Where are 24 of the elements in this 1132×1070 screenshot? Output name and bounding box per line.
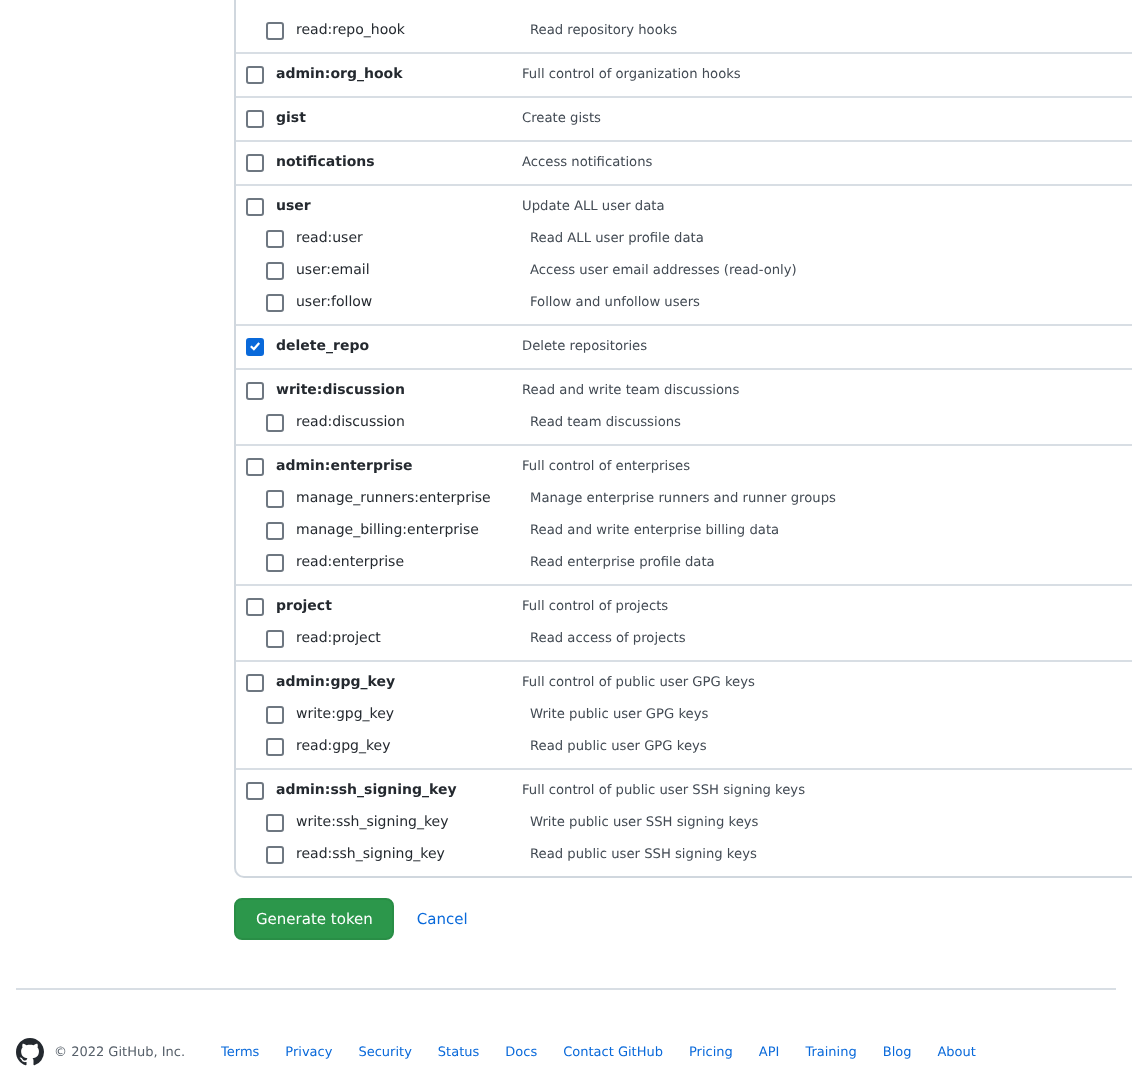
checkbox[interactable] [246,457,264,475]
checkbox[interactable] [266,737,284,755]
checkbox[interactable] [266,261,284,279]
checkbox[interactable] [246,781,264,799]
checkbox[interactable] [266,845,284,863]
checkbox[interactable] [266,813,284,831]
octocat-logo-icon[interactable] [16,1037,44,1065]
checkbox[interactable] [246,65,264,83]
checkbox[interactable] [266,21,284,39]
checkbox[interactable] [266,489,284,507]
checkbox[interactable] [246,153,264,171]
checkbox[interactable] [266,413,284,431]
checkbox[interactable] [266,553,284,571]
checkbox[interactable] [246,337,264,355]
checkbox[interactable] [266,229,284,247]
checkbox[interactable] [246,597,264,615]
checkbox[interactable] [266,629,284,647]
checkbox[interactable] [246,197,264,215]
checkbox[interactable] [266,705,284,723]
checkbox[interactable] [246,381,264,399]
checkbox[interactable] [246,109,264,127]
checkbox[interactable] [246,673,264,691]
checkbox[interactable] [266,521,284,539]
checkbox[interactable] [266,293,284,311]
